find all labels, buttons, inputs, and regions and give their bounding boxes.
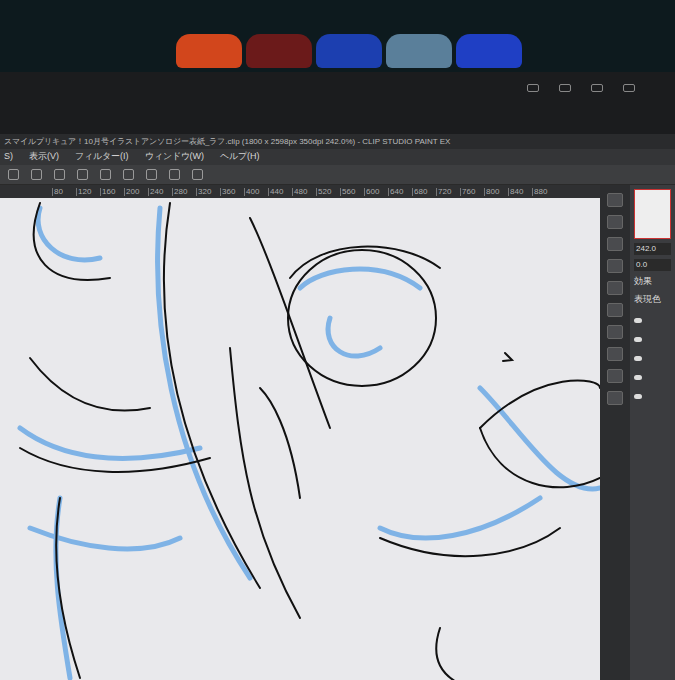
toy-car <box>386 34 452 68</box>
ruler-tick: 760 <box>460 188 484 196</box>
right-panel: 242.0 0.0 効果表現色 <box>630 185 675 680</box>
panel-button-icon[interactable] <box>607 369 623 383</box>
angle-value[interactable]: 0.0 <box>634 259 671 271</box>
eye-icon[interactable] <box>634 375 642 380</box>
tool-icon[interactable] <box>123 169 134 180</box>
ruler-tick: 200 <box>124 188 148 196</box>
panel-button-icon[interactable] <box>607 259 623 273</box>
toy-car <box>176 34 242 68</box>
layer-row[interactable] <box>634 375 671 380</box>
color-label: 表現色 <box>634 293 671 307</box>
panel-button-icon[interactable] <box>607 281 623 295</box>
ruler-tick: 800 <box>484 188 508 196</box>
monitor-button-icon[interactable] <box>559 84 571 92</box>
navigator-preview <box>634 189 671 239</box>
menu-item[interactable]: フィルター(I) <box>75 150 129 164</box>
ruler: 8012016020024028032036040044048052056060… <box>0 185 600 198</box>
desk-shelf <box>0 0 675 72</box>
toy-car <box>246 34 312 68</box>
tool-icon[interactable] <box>169 169 180 180</box>
canvas[interactable] <box>0 198 600 680</box>
side-toolbar <box>600 185 630 680</box>
menu-item[interactable]: ヘルプ(H) <box>220 150 260 164</box>
layer-row[interactable] <box>634 318 671 323</box>
ruler-tick: 240 <box>148 188 172 196</box>
sketch-drawing <box>0 198 600 680</box>
ruler-tick: 80 <box>52 188 76 196</box>
tool-icon[interactable] <box>77 169 88 180</box>
window-title: スマイルプリキュア！10月号イラストアンソロジー表紙_ラフ.clip (1800… <box>4 136 450 148</box>
monitor-button-icon[interactable] <box>527 84 539 92</box>
app-window: スマイルプリキュア！10月号イラストアンソロジー表紙_ラフ.clip (1800… <box>0 134 675 680</box>
panel-button-icon[interactable] <box>607 391 623 405</box>
menu-item[interactable]: 表示(V) <box>29 150 59 164</box>
eye-icon[interactable] <box>634 337 642 342</box>
ruler-tick: 120 <box>76 188 100 196</box>
tool-icon[interactable] <box>54 169 65 180</box>
panel-button-icon[interactable] <box>607 347 623 361</box>
title-bar: スマイルプリキュア！10月号イラストアンソロジー表紙_ラフ.clip (1800… <box>0 134 675 149</box>
panel-button-icon[interactable] <box>607 325 623 339</box>
photo: スマイルプリキュア！10月号イラストアンソロジー表紙_ラフ.clip (1800… <box>0 0 675 680</box>
eye-icon[interactable] <box>634 356 642 361</box>
toolbar <box>0 165 675 185</box>
panel-button-icon[interactable] <box>607 215 623 229</box>
ruler-tick: 280 <box>172 188 196 196</box>
ruler-tick: 360 <box>220 188 244 196</box>
ruler-tick: 400 <box>244 188 268 196</box>
monitor-button-icon[interactable] <box>591 84 603 92</box>
ruler-tick: 440 <box>268 188 292 196</box>
ruler-tick: 880 <box>532 188 556 196</box>
layer-row[interactable] <box>634 394 671 399</box>
monitor-button-icon[interactable] <box>623 84 635 92</box>
ruler-tick: 640 <box>388 188 412 196</box>
layer-row[interactable] <box>634 356 671 361</box>
ruler-tick: 840 <box>508 188 532 196</box>
eye-icon[interactable] <box>634 394 642 399</box>
ruler-tick: 320 <box>196 188 220 196</box>
menu-bar: S) 表示(V) フィルター(I) ウィンドウ(W) ヘルプ(H) <box>0 149 675 165</box>
panel-button-icon[interactable] <box>607 303 623 317</box>
ruler-tick: 680 <box>412 188 436 196</box>
tool-icon[interactable] <box>192 169 203 180</box>
panel-button-icon[interactable] <box>607 193 623 207</box>
tool-icon[interactable] <box>100 169 111 180</box>
ruler-tick: 520 <box>316 188 340 196</box>
menu-item[interactable]: ウィンドウ(W) <box>145 150 205 164</box>
tool-icon[interactable] <box>31 169 42 180</box>
menu-item[interactable]: S) <box>4 150 13 164</box>
ruler-tick: 480 <box>292 188 316 196</box>
eye-icon[interactable] <box>634 318 642 323</box>
tool-icon[interactable] <box>146 169 157 180</box>
toy-car <box>456 34 522 68</box>
layer-row[interactable] <box>634 337 671 342</box>
zoom-value[interactable]: 242.0 <box>634 243 671 255</box>
monitor-bezel <box>0 72 675 134</box>
effect-label: 効果 <box>634 275 671 289</box>
panel-button-icon[interactable] <box>607 237 623 251</box>
ruler-tick: 720 <box>436 188 460 196</box>
tool-icon[interactable] <box>8 169 19 180</box>
toy-car <box>316 34 382 68</box>
ruler-tick: 560 <box>340 188 364 196</box>
canvas-area: 8012016020024028032036040044048052056060… <box>0 185 600 680</box>
ruler-tick: 160 <box>100 188 124 196</box>
ruler-tick: 600 <box>364 188 388 196</box>
